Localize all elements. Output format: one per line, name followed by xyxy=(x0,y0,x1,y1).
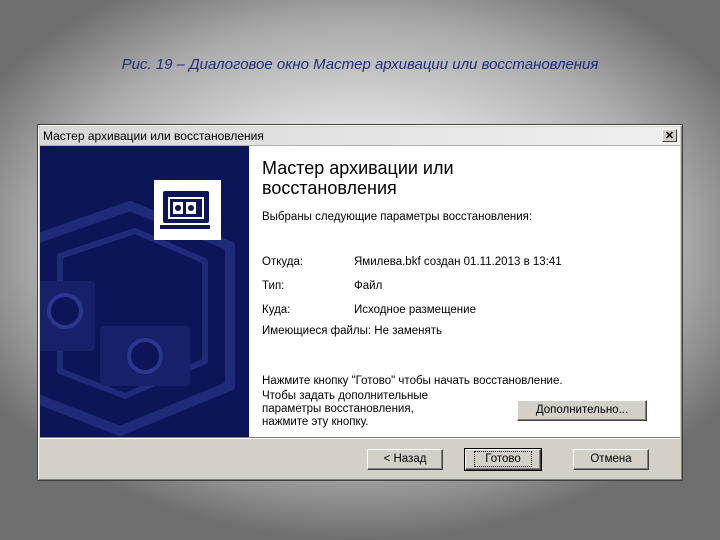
backup-cards-icon xyxy=(160,191,210,229)
close-icon: ✕ xyxy=(664,130,675,142)
wizard-heading: Мастер архивации или восстановления xyxy=(262,158,562,198)
wizard-side-panel xyxy=(40,146,249,437)
finish-button-label: Готово xyxy=(474,451,532,467)
back-button[interactable]: < Назад xyxy=(367,449,443,470)
heading-line-1: Мастер архивации или xyxy=(262,158,454,178)
figure-caption: Рис. 19 – Диалоговое окно Мастер архивац… xyxy=(121,56,599,73)
intro-text: Выбраны следующие параметры восстановлен… xyxy=(262,211,533,223)
wizard-window: Мастер архивации или восстановления ✕ Ма… xyxy=(37,124,683,481)
destination-value: Исходное размещение xyxy=(354,304,476,316)
button-divider xyxy=(40,437,680,439)
wizard-logo xyxy=(154,180,221,240)
advanced-button[interactable]: Дополнительно... xyxy=(517,400,647,421)
finish-button[interactable]: Готово xyxy=(464,448,542,471)
advanced-hint-3: нажмите эту кнопку. xyxy=(262,416,369,428)
source-label: Откуда: xyxy=(262,256,304,268)
title-bar[interactable]: Мастер архивации или восстановления ✕ xyxy=(40,127,680,146)
type-value: Файл xyxy=(354,280,383,292)
heading-line-2: восстановления xyxy=(262,178,397,198)
finish-hint: Нажмите кнопку "Готово" чтобы начать вос… xyxy=(262,375,563,387)
close-button[interactable]: ✕ xyxy=(662,129,677,142)
window-title: Мастер архивации или восстановления xyxy=(43,129,264,143)
wizard-content: Мастер архивации или восстановления Выбр… xyxy=(249,146,680,437)
advanced-hint-1: Чтобы задать дополнительные xyxy=(262,390,429,402)
destination-label: Куда: xyxy=(262,304,291,316)
existing-files-text: Имеющиеся файлы: Не заменять xyxy=(262,325,442,337)
cancel-button[interactable]: Отмена xyxy=(573,449,649,470)
type-label: Тип: xyxy=(262,280,285,292)
source-value: Ямилева.bkf создан 01.11.2013 в 13:41 xyxy=(354,256,562,268)
advanced-hint-2: параметры восстановления, xyxy=(262,403,414,415)
